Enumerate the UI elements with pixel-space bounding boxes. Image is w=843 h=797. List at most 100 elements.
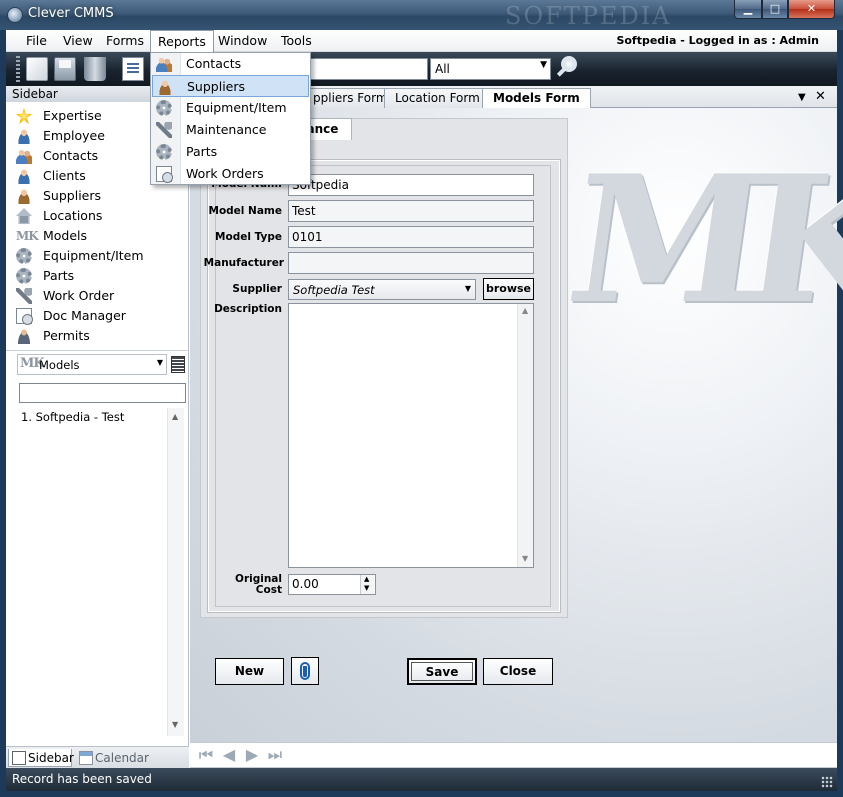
supplier-select[interactable]: Softpedia Test ▼ — [288, 279, 476, 300]
toolbar-search-input[interactable] — [310, 58, 428, 80]
maximize-button[interactable]: □ — [762, 0, 788, 19]
description-label: Description — [214, 303, 282, 315]
description-textarea[interactable] — [288, 303, 534, 568]
equipment-icon — [16, 248, 32, 264]
menu-tools[interactable]: Tools — [281, 33, 312, 48]
menu-window[interactable]: Window — [218, 33, 267, 48]
reports-menu-suppliers[interactable]: Suppliers — [152, 75, 309, 97]
window-title: Clever CMMS — [28, 6, 114, 21]
last-record-icon[interactable]: ⏭ — [266, 746, 284, 764]
first-record-icon[interactable]: ⏮ — [197, 746, 215, 764]
model-name-field[interactable]: Test — [288, 200, 534, 222]
grid-view-icon[interactable] — [171, 356, 185, 373]
reports-menu-maintenance[interactable]: Maintenance — [152, 119, 309, 141]
new-button[interactable]: New — [215, 658, 284, 685]
list-item[interactable]: 1. Softpedia - Test — [21, 410, 124, 424]
scroll-down-icon[interactable]: ▼ — [522, 554, 528, 563]
tab-sidebar[interactable]: Sidebar — [8, 749, 74, 767]
sidebar-item-label: Clients — [43, 168, 86, 183]
close-button[interactable]: Close — [483, 658, 553, 685]
menu-item-label: Parts — [186, 144, 218, 159]
sidebar-scrollbar[interactable]: ▲ ▼ — [167, 408, 184, 736]
scroll-up-icon[interactable]: ▲ — [172, 412, 178, 421]
calendar-icon — [79, 751, 93, 765]
employee-icon — [16, 128, 32, 144]
browse-button[interactable]: browse — [483, 278, 534, 300]
new-document-icon[interactable] — [26, 57, 48, 81]
scroll-down-icon[interactable]: ▼ — [172, 720, 178, 729]
search-icon[interactable] — [556, 55, 580, 81]
minimize-button[interactable]: ▁ — [734, 0, 762, 19]
sidebar-item-doc-manager[interactable]: Doc Manager — [14, 306, 184, 326]
spin-down-icon[interactable]: ▼ — [364, 584, 369, 592]
menu-reports[interactable]: Reports — [150, 30, 214, 53]
sidebar-item-label: Expertise — [43, 108, 102, 123]
close-window-button[interactable]: ✕ — [788, 0, 835, 19]
sidebar-item-label: Work Order — [43, 288, 115, 303]
menu-bar: File View Forms Reports Window Tools Sof… — [6, 30, 837, 53]
contacts-icon — [156, 56, 172, 72]
save-button[interactable]: Save — [407, 658, 477, 685]
reports-menu-equipment[interactable]: Equipment/Item — [152, 97, 309, 119]
sidebar-item-suppliers[interactable]: Suppliers — [14, 186, 184, 206]
sidebar-item-models[interactable]: MK Models — [14, 226, 184, 246]
reports-menu: Contacts Suppliers Equipment/Item Mainte… — [150, 52, 311, 185]
sidebar-category-select[interactable]: MK Models ▼ — [17, 354, 167, 375]
document-icon — [16, 308, 33, 325]
reports-menu-contacts[interactable]: Contacts — [152, 53, 309, 75]
sidebar-item-label: Employee — [43, 128, 105, 143]
sidebar-item-parts[interactable]: Parts — [14, 266, 184, 286]
menu-view[interactable]: View — [63, 33, 93, 48]
report-icon[interactable] — [122, 57, 144, 81]
spin-up-icon[interactable]: ▲ — [364, 575, 369, 583]
toolbar-filter-select[interactable]: All ▼ — [430, 58, 551, 80]
sidebar-item-work-order[interactable]: Work Order — [14, 286, 184, 306]
description-scrollbar[interactable]: ▲ ▼ — [517, 304, 533, 567]
model-num-field[interactable]: Softpedia — [288, 174, 534, 196]
reports-menu-work-orders[interactable]: Work Orders — [152, 163, 309, 185]
permit-icon — [16, 328, 32, 344]
sidebar-item-equipment[interactable]: Equipment/Item — [14, 246, 184, 266]
star-icon — [16, 108, 32, 124]
previous-record-icon[interactable]: ◀ — [220, 746, 238, 764]
attach-button[interactable] — [291, 657, 319, 685]
parts-icon — [156, 144, 172, 160]
tab-label: Calendar — [95, 751, 149, 765]
delete-icon[interactable] — [84, 57, 106, 81]
chevron-down-icon: ▼ — [156, 358, 163, 367]
paperclip-inner — [303, 666, 307, 677]
model-type-field[interactable]: 0101 — [288, 226, 534, 248]
sidebar-item-label: Permits — [43, 328, 90, 343]
tab-models-form[interactable]: Models Form — [482, 88, 591, 109]
supplier-icon — [16, 188, 32, 204]
resize-grip-icon[interactable] — [821, 776, 833, 788]
menu-file[interactable]: File — [26, 33, 47, 48]
chevron-down-icon: ▼ — [464, 284, 471, 293]
mk-watermark-logo: MK — [557, 138, 843, 343]
menu-item-label: Work Orders — [186, 166, 264, 181]
model-name-label: Model Name — [208, 205, 283, 217]
manufacturer-field[interactable] — [288, 252, 534, 274]
menu-forms[interactable]: Forms — [106, 33, 144, 48]
model-type-label: Model Type — [215, 231, 282, 243]
clients-icon — [16, 168, 32, 184]
save-icon[interactable] — [54, 57, 76, 81]
manufacturer-label: Manufacturer — [203, 257, 284, 269]
tab-location-form[interactable]: Location Form — [384, 88, 491, 108]
menu-item-label: Contacts — [186, 56, 242, 71]
reports-menu-parts[interactable]: Parts — [152, 141, 309, 163]
sidebar-item-label: Equipment/Item — [43, 248, 144, 263]
sidebar-filter-input[interactable] — [19, 383, 186, 403]
mk-icon: MK — [16, 229, 39, 243]
tab-calendar[interactable]: Calendar — [76, 749, 149, 767]
sidebar-item-permits[interactable]: Permits — [14, 326, 184, 346]
close-tab-icon[interactable]: ✕ — [815, 89, 826, 104]
scroll-up-icon[interactable]: ▲ — [522, 306, 528, 315]
next-record-icon[interactable]: ▶ — [243, 746, 261, 764]
tab-label: Sidebar — [28, 751, 74, 765]
toolbar-grip[interactable] — [16, 56, 20, 82]
cost-spinner[interactable]: ▲ ▼ — [360, 575, 374, 594]
sidebar-item-locations[interactable]: Locations — [14, 206, 184, 226]
status-bar: Record has been saved — [6, 768, 837, 791]
tab-list-icon[interactable]: ▼ — [798, 92, 806, 103]
